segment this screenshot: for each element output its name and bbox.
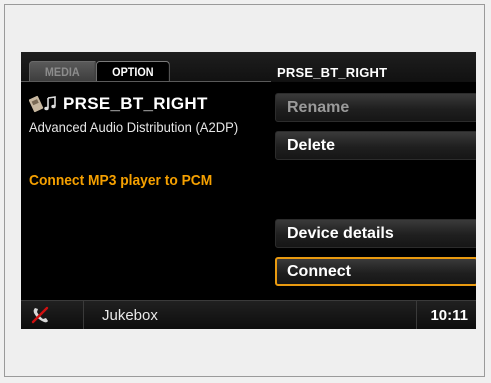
tab-divider	[21, 81, 271, 82]
device-name: PRSE_BT_RIGHT	[63, 94, 208, 113]
phone-off-icon	[30, 305, 52, 325]
connect-hint: Connect MP3 player to PCM	[29, 172, 213, 189]
tab-media[interactable]: MEDIA	[29, 61, 96, 82]
device-row: PRSE_BT_RIGHT	[29, 92, 208, 116]
pcm-screen: MEDIA OPTION PRSE_BT_RIGHT PRSE_BT_RIGHT…	[21, 52, 476, 329]
bluetooth-audio-icon	[29, 94, 63, 114]
audio-source-label: Jukebox	[102, 307, 158, 324]
tab-bar: MEDIA OPTION PRSE_BT_RIGHT	[21, 52, 476, 82]
status-divider	[416, 301, 417, 329]
device-details-button[interactable]: Device details	[275, 219, 476, 248]
device-profile: Advanced Audio Distribution (A2DP)	[29, 119, 239, 135]
device-header-title: PRSE_BT_RIGHT	[277, 65, 388, 80]
delete-button[interactable]: Delete	[275, 131, 476, 160]
status-divider	[83, 301, 84, 329]
tab-option[interactable]: OPTION	[96, 61, 170, 82]
rename-button[interactable]: Rename	[275, 93, 476, 122]
status-bar: Jukebox 10:11	[21, 300, 476, 329]
clock: 10:11	[430, 307, 468, 324]
connect-button[interactable]: Connect	[275, 257, 476, 286]
